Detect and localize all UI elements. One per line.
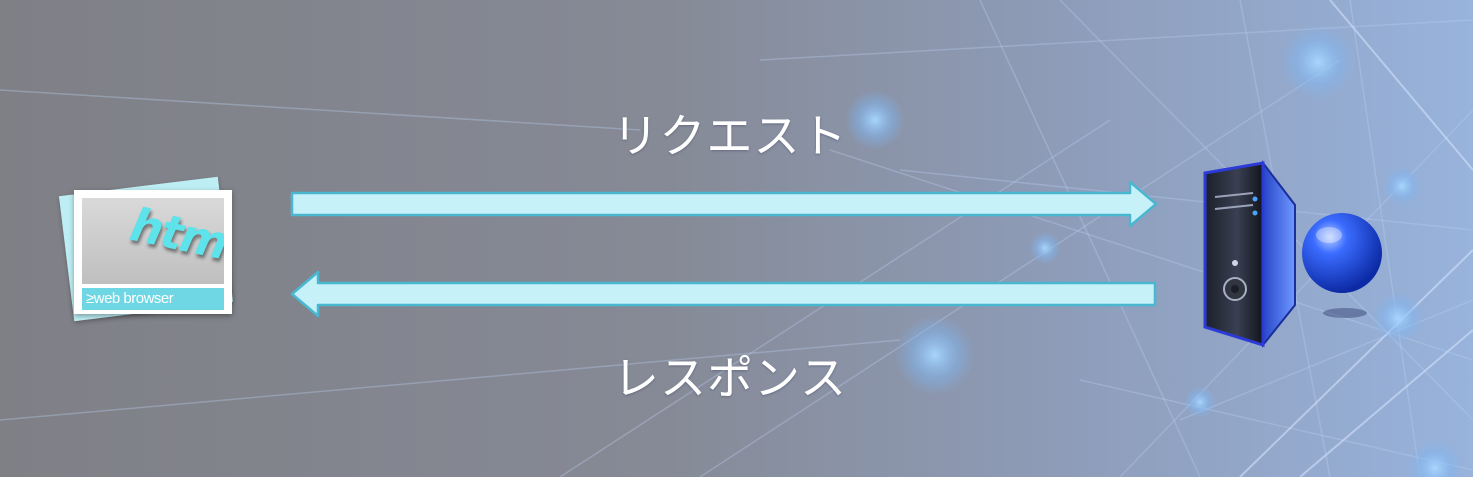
response-label: レスポンス [612, 351, 848, 405]
browser-card-image: html [82, 198, 224, 284]
html-web-browser-icon: html ≥web browser [58, 176, 238, 322]
diagram-canvas: リクエスト レスポンス html ≥web browser [0, 0, 1473, 477]
browser-html-word: html [125, 198, 224, 273]
server-globe-icon [1203, 160, 1382, 348]
browser-caption: ≥web browser [82, 288, 224, 310]
browser-card-front: html ≥web browser [74, 190, 232, 314]
